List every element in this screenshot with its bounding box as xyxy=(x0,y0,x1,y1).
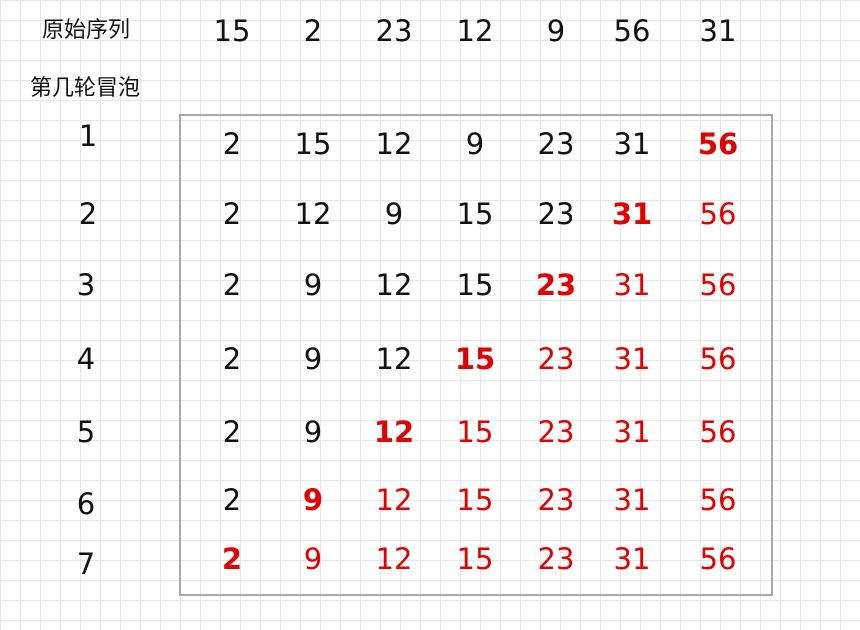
newly-sorted-value: 12 xyxy=(373,415,415,449)
newly-sorted-value: 15 xyxy=(454,342,496,376)
sorted-value: 15 xyxy=(456,542,494,576)
newly-sorted-value: 56 xyxy=(697,127,739,161)
sorted-value: 12 xyxy=(375,542,413,576)
sorted-value: 56 xyxy=(699,342,737,376)
sorted-value: 23 xyxy=(537,415,575,449)
sorted-value: 9 xyxy=(303,542,323,576)
unsorted-value: 12 xyxy=(294,197,332,231)
unsorted-value: 9 xyxy=(384,197,404,231)
original-value: 15 xyxy=(213,14,251,48)
sorted-value: 15 xyxy=(456,483,494,517)
unsorted-value: 2 xyxy=(222,415,242,449)
sorted-value: 23 xyxy=(537,483,575,517)
unsorted-value: 15 xyxy=(456,197,494,231)
newly-sorted-value: 9 xyxy=(302,483,324,517)
unsorted-value: 9 xyxy=(303,268,323,302)
original-value: 2 xyxy=(303,14,323,48)
round-number: 1 xyxy=(78,119,98,153)
sorted-value: 31 xyxy=(613,268,651,302)
unsorted-value: 2 xyxy=(222,127,242,161)
unsorted-value: 12 xyxy=(375,342,413,376)
round-number: 7 xyxy=(76,547,96,581)
sorted-value: 15 xyxy=(456,415,494,449)
newly-sorted-value: 31 xyxy=(611,197,653,231)
sorted-value: 31 xyxy=(613,483,651,517)
round-number: 2 xyxy=(78,197,98,231)
original-value: 56 xyxy=(613,14,651,48)
sorted-value: 31 xyxy=(613,415,651,449)
unsorted-value: 31 xyxy=(613,127,651,161)
unsorted-value: 12 xyxy=(375,127,413,161)
unsorted-value: 2 xyxy=(222,197,242,231)
sorted-value: 12 xyxy=(375,483,413,517)
unsorted-value: 15 xyxy=(294,127,332,161)
sorted-value: 56 xyxy=(699,415,737,449)
unsorted-value: 2 xyxy=(222,268,242,302)
sorted-value: 56 xyxy=(699,542,737,576)
unsorted-value: 2 xyxy=(222,483,242,517)
unsorted-value: 9 xyxy=(465,127,485,161)
sorted-value: 23 xyxy=(537,342,575,376)
sorted-value: 23 xyxy=(537,542,575,576)
original-sequence-label: 原始序列 xyxy=(42,18,131,43)
sorted-value: 56 xyxy=(699,197,737,231)
original-value: 9 xyxy=(546,14,566,48)
sorted-value: 56 xyxy=(699,268,737,302)
unsorted-value: 15 xyxy=(456,268,494,302)
unsorted-value: 9 xyxy=(303,342,323,376)
original-value: 31 xyxy=(699,14,737,48)
original-value: 23 xyxy=(375,14,413,48)
newly-sorted-value: 2 xyxy=(221,542,243,576)
unsorted-value: 23 xyxy=(537,127,575,161)
original-value: 12 xyxy=(456,14,494,48)
round-number-label: 第几轮冒泡 xyxy=(30,76,141,101)
sorted-value: 31 xyxy=(613,542,651,576)
round-number: 4 xyxy=(76,342,96,376)
unsorted-value: 23 xyxy=(537,197,575,231)
unsorted-value: 9 xyxy=(303,415,323,449)
sorted-value: 31 xyxy=(613,342,651,376)
sorted-value: 56 xyxy=(699,483,737,517)
newly-sorted-value: 23 xyxy=(535,268,577,302)
unsorted-value: 2 xyxy=(222,342,242,376)
round-number: 3 xyxy=(76,268,96,302)
round-number: 5 xyxy=(76,415,96,449)
unsorted-value: 12 xyxy=(375,268,413,302)
round-number: 6 xyxy=(76,487,96,521)
